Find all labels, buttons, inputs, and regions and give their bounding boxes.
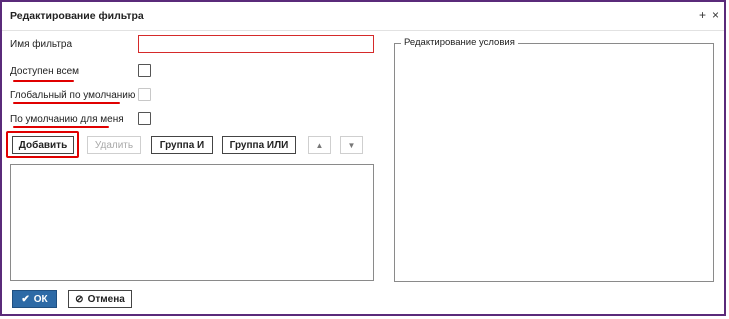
condition-edit-legend: Редактирование условия — [401, 37, 518, 48]
dialog-title: Редактирование фильтра — [10, 10, 144, 22]
cancel-button[interactable]: ⊘ Отмена — [68, 290, 132, 308]
arrow-up-icon: ▲ — [315, 140, 324, 150]
filter-name-input[interactable] — [138, 35, 374, 53]
cancel-icon: ⊘ — [75, 293, 84, 305]
global-default-label: Глобальный по умолчанию — [10, 90, 136, 101]
available-all-checkbox[interactable] — [138, 64, 151, 77]
condition-edit-panel — [394, 43, 714, 282]
move-up-button[interactable]: ▲ — [308, 136, 331, 154]
group-or-button[interactable]: Группа ИЛИ — [222, 136, 296, 154]
delete-button[interactable]: Удалить — [87, 136, 141, 154]
annotation-underline — [13, 80, 74, 82]
group-and-button[interactable]: Группа И — [151, 136, 213, 154]
dialog-titlebar: Редактирование фильтра + × — [2, 2, 724, 31]
arrow-down-icon: ▼ — [347, 140, 356, 150]
add-button-label: Добавить — [18, 139, 68, 151]
ok-button-label: ОК — [33, 293, 48, 305]
conditions-list[interactable] — [10, 164, 374, 281]
delete-button-label: Удалить — [94, 139, 134, 151]
annotation-underline — [13, 102, 120, 104]
default-for-me-checkbox[interactable] — [138, 112, 151, 125]
ok-button[interactable]: ✔ ОК — [12, 290, 57, 308]
group-or-label: Группа ИЛИ — [229, 139, 289, 151]
filter-name-label: Имя фильтра — [10, 39, 73, 50]
global-default-checkbox[interactable] — [138, 88, 151, 101]
default-for-me-label: По умолчанию для меня — [10, 114, 124, 125]
available-all-label: Доступен всем — [10, 66, 80, 77]
close-icon[interactable]: × — [712, 8, 719, 22]
group-and-label: Группа И — [159, 139, 205, 151]
move-down-button[interactable]: ▼ — [340, 136, 363, 154]
pin-icon[interactable]: + — [699, 8, 706, 22]
check-icon: ✔ — [21, 293, 30, 305]
cancel-button-label: Отмена — [87, 293, 125, 305]
annotation-underline — [13, 126, 109, 128]
add-button[interactable]: Добавить — [12, 136, 74, 154]
